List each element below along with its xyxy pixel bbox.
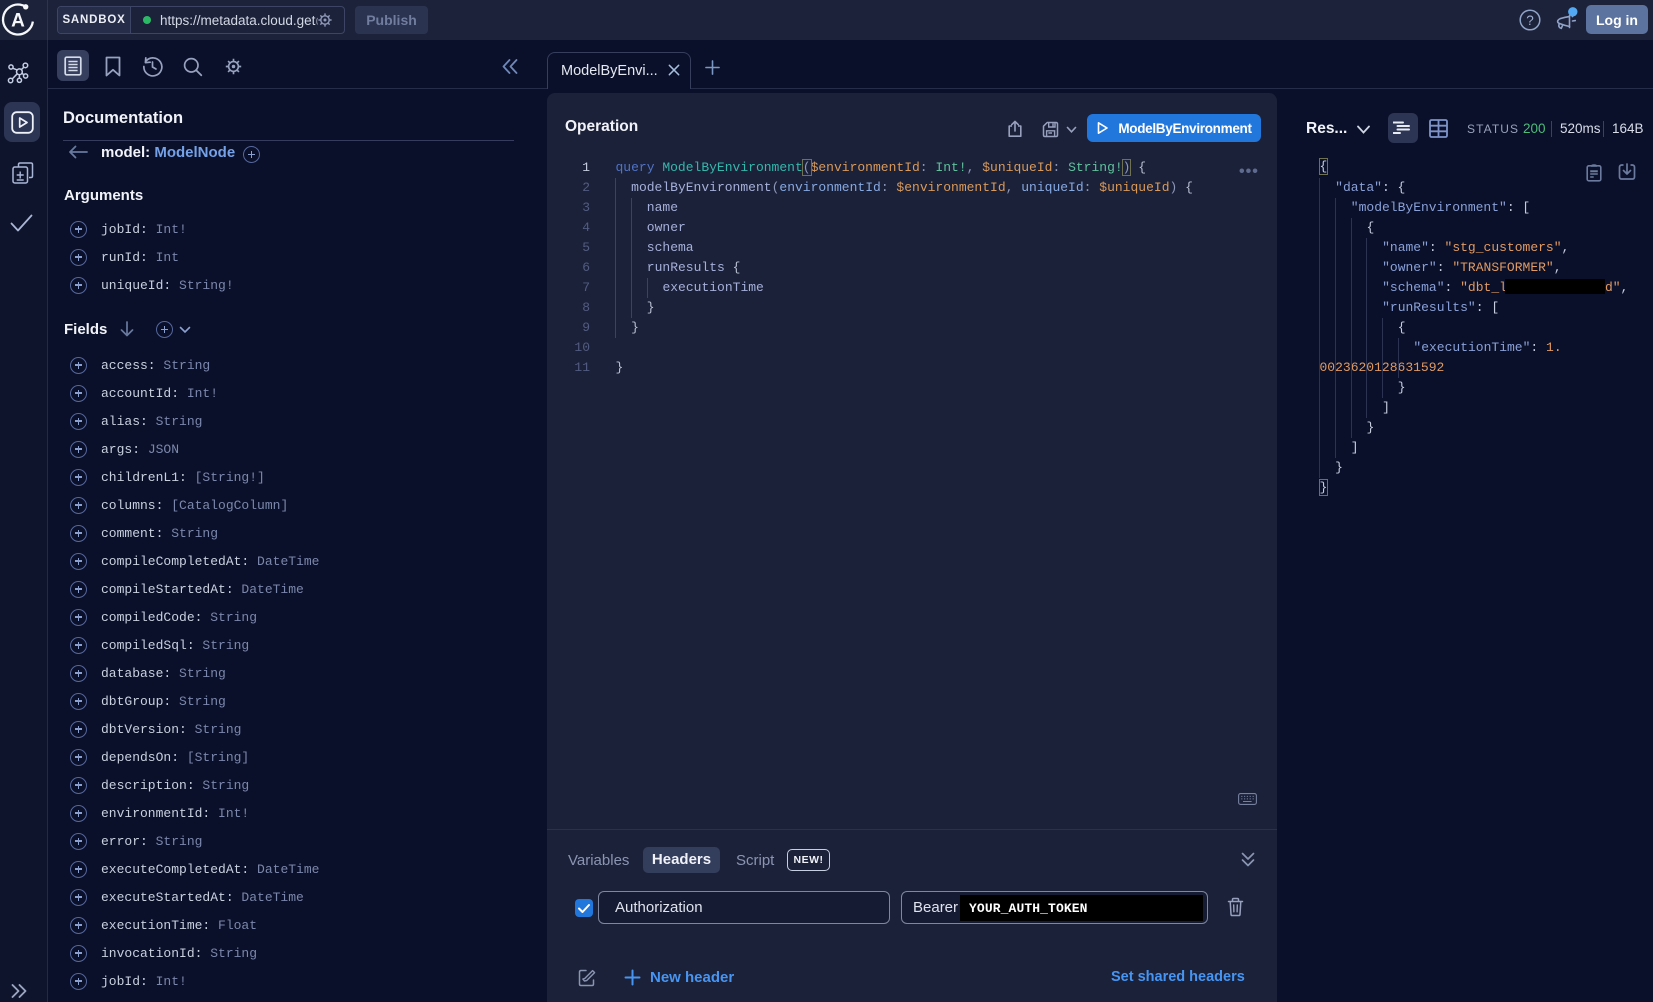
- svg-text:A: A: [11, 11, 25, 32]
